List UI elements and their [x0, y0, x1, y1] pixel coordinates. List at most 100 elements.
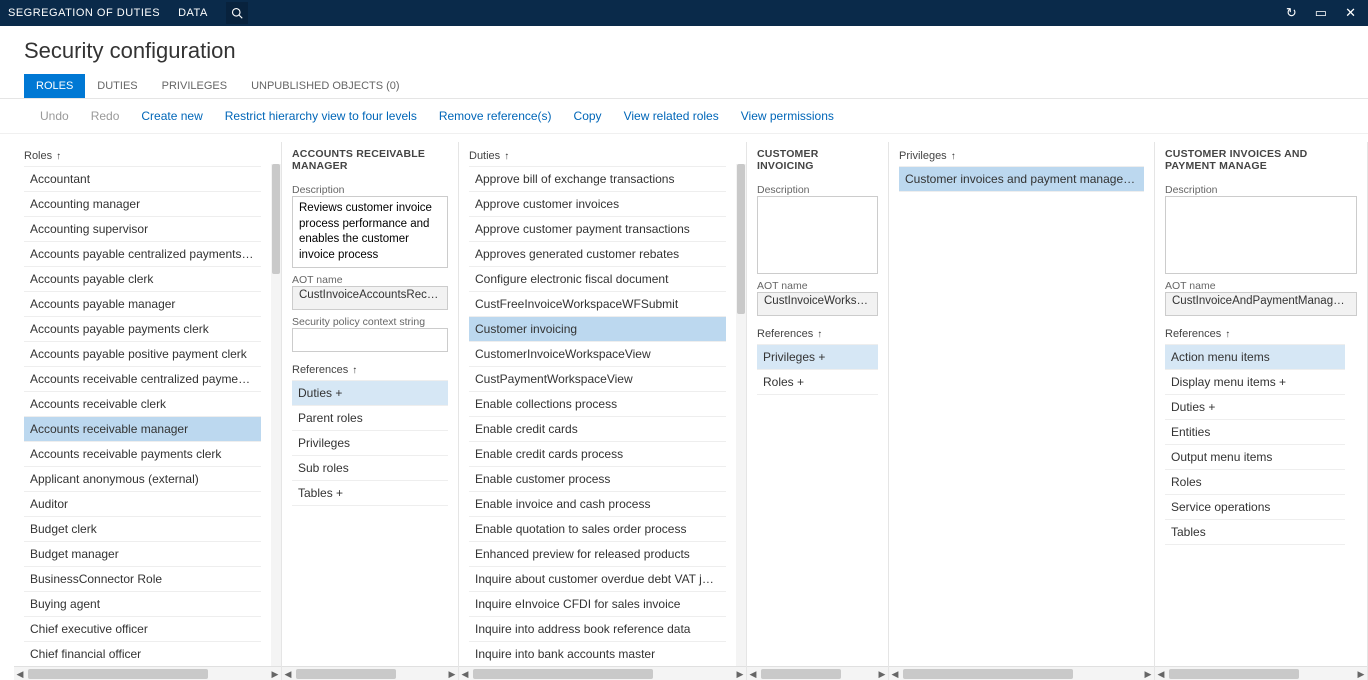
list-item[interactable]: Accounts payable positive payment clerk [24, 342, 261, 367]
list-item[interactable]: Enable credit cards process [469, 442, 726, 467]
list-item[interactable]: Enable invoice and cash process [469, 492, 726, 517]
list-item[interactable]: Parent roles [292, 406, 448, 431]
roles-list[interactable]: AccountantAccounting managerAccounting s… [24, 166, 261, 666]
list-item[interactable]: Customer invoices and payment management [899, 167, 1144, 192]
undo-button[interactable]: Undo [40, 109, 69, 123]
list-item[interactable]: CustomerInvoiceWorkspaceView [469, 342, 726, 367]
duties-scrollbar[interactable] [736, 164, 746, 666]
list-item[interactable]: Accounts receivable centralized payments… [24, 367, 261, 392]
list-item[interactable]: Applicant anonymous (external) [24, 467, 261, 492]
duty-references-list[interactable]: Privileges +Roles + [757, 344, 878, 394]
list-item[interactable]: Configure electronic fiscal document [469, 267, 726, 292]
list-item[interactable]: Approve customer payment transactions [469, 217, 726, 242]
view-permissions-button[interactable]: View permissions [741, 109, 834, 123]
privileges-hscroll[interactable]: ◀▶ [889, 666, 1154, 680]
tab-roles[interactable]: ROLES [24, 74, 85, 98]
list-item[interactable]: Accounting manager [24, 192, 261, 217]
duties-header[interactable]: Duties [469, 146, 736, 166]
list-item[interactable]: Inquire into bank accounts master [469, 642, 726, 666]
privilege-detail-hscroll[interactable]: ◀▶ [1155, 666, 1367, 680]
duty-detail-hscroll[interactable]: ◀▶ [747, 666, 888, 680]
list-item[interactable]: Accounts receivable clerk [24, 392, 261, 417]
policy-context-input[interactable] [292, 328, 448, 352]
list-item[interactable]: CustFreeInvoiceWorkspaceWFSubmit [469, 292, 726, 317]
list-item[interactable]: Enable quotation to sales order process [469, 517, 726, 542]
tab-duties[interactable]: DUTIES [85, 74, 149, 98]
remove-references-button[interactable]: Remove reference(s) [439, 109, 552, 123]
references-header[interactable]: References [757, 324, 878, 344]
references-header[interactable]: References [1165, 324, 1357, 344]
search-icon[interactable] [226, 2, 248, 24]
list-item[interactable]: Accounts payable clerk [24, 267, 261, 292]
list-item[interactable]: Chief financial officer [24, 642, 261, 666]
duty-aot-name-input[interactable]: CustInvoiceWorkspace [757, 292, 878, 316]
list-item[interactable]: Accounts receivable manager [24, 417, 261, 442]
list-item[interactable]: Entities [1165, 420, 1345, 445]
list-item[interactable]: Budget clerk [24, 517, 261, 542]
role-aot-name-input[interactable]: CustInvoiceAccountsReceivable... [292, 286, 448, 310]
refresh-icon[interactable]: ↻ [1286, 5, 1297, 21]
list-item[interactable]: Action menu items [1165, 345, 1345, 370]
privileges-header[interactable]: Privileges [899, 146, 1144, 166]
nav-data[interactable]: DATA [178, 7, 208, 19]
list-item[interactable]: Approves generated customer rebates [469, 242, 726, 267]
privilege-description-input[interactable] [1165, 196, 1357, 274]
list-item[interactable]: Approve customer invoices [469, 192, 726, 217]
privilege-aot-name-input[interactable]: CustInvoiceAndPaymentManagementW [1165, 292, 1357, 316]
list-item[interactable]: Duties + [1165, 395, 1345, 420]
roles-hscroll[interactable]: ◀▶ [14, 666, 281, 680]
roles-header[interactable]: Roles [24, 146, 271, 166]
list-item[interactable]: Accounting supervisor [24, 217, 261, 242]
list-item[interactable]: Accounts receivable payments clerk [24, 442, 261, 467]
duty-description-input[interactable] [757, 196, 878, 274]
list-item[interactable]: Accounts payable manager [24, 292, 261, 317]
list-item[interactable]: Inquire about customer overdue debt VAT … [469, 567, 726, 592]
view-related-roles-button[interactable]: View related roles [624, 109, 719, 123]
duties-list[interactable]: Approve bill of exchange transactionsApp… [469, 166, 726, 666]
list-item[interactable]: CustPaymentWorkspaceView [469, 367, 726, 392]
list-item[interactable]: Accounts payable centralized payments cl… [24, 242, 261, 267]
list-item[interactable]: Accountant [24, 167, 261, 192]
list-item[interactable]: Budget manager [24, 542, 261, 567]
redo-button[interactable]: Redo [91, 109, 120, 123]
popout-icon[interactable]: ▭ [1315, 5, 1327, 21]
list-item[interactable]: Chief executive officer [24, 617, 261, 642]
list-item[interactable]: Accounts payable payments clerk [24, 317, 261, 342]
list-item[interactable]: Roles + [757, 370, 878, 395]
privileges-list[interactable]: Customer invoices and payment management [899, 166, 1144, 192]
list-item[interactable]: Enable collections process [469, 392, 726, 417]
list-item[interactable]: Enable customer process [469, 467, 726, 492]
list-item[interactable]: Display menu items + [1165, 370, 1345, 395]
nav-segregation[interactable]: SEGREGATION OF DUTIES [8, 7, 160, 19]
list-item[interactable]: Sub roles [292, 456, 448, 481]
tabs: ROLES DUTIES PRIVILEGES UNPUBLISHED OBJE… [0, 74, 1368, 99]
duties-hscroll[interactable]: ◀▶ [459, 666, 746, 680]
roles-scrollbar[interactable] [271, 164, 281, 666]
restrict-hierarchy-button[interactable]: Restrict hierarchy view to four levels [225, 109, 417, 123]
role-references-list[interactable]: Duties +Parent rolesPrivilegesSub rolesT… [292, 380, 448, 500]
role-description-input[interactable] [292, 196, 448, 268]
list-item[interactable]: Service operations [1165, 495, 1345, 520]
list-item[interactable]: Enable credit cards [469, 417, 726, 442]
copy-button[interactable]: Copy [574, 109, 602, 123]
list-item[interactable]: Auditor [24, 492, 261, 517]
list-item[interactable]: Duties + [292, 381, 448, 406]
close-icon[interactable]: ✕ [1345, 5, 1356, 21]
list-item[interactable]: Customer invoicing [469, 317, 726, 342]
create-new-button[interactable]: Create new [141, 109, 202, 123]
role-detail-hscroll[interactable]: ◀▶ [282, 666, 458, 680]
list-item[interactable]: Privileges [292, 431, 448, 456]
list-item[interactable]: Output menu items [1165, 445, 1345, 470]
list-item[interactable]: Inquire into address book reference data [469, 617, 726, 642]
list-item[interactable]: Buying agent [24, 592, 261, 617]
list-item[interactable]: Privileges + [757, 345, 878, 370]
list-item[interactable]: Roles [1165, 470, 1345, 495]
list-item[interactable]: Approve bill of exchange transactions [469, 167, 726, 192]
list-item[interactable]: Inquire eInvoice CFDI for sales invoice [469, 592, 726, 617]
list-item[interactable]: Enhanced preview for released products [469, 542, 726, 567]
references-header[interactable]: References [292, 360, 448, 380]
list-item[interactable]: BusinessConnector Role [24, 567, 261, 592]
privilege-references-list[interactable]: Action menu itemsDisplay menu items +Dut… [1165, 344, 1345, 534]
tab-privileges[interactable]: PRIVILEGES [150, 74, 239, 98]
tab-unpublished[interactable]: UNPUBLISHED OBJECTS (0) [239, 74, 412, 98]
